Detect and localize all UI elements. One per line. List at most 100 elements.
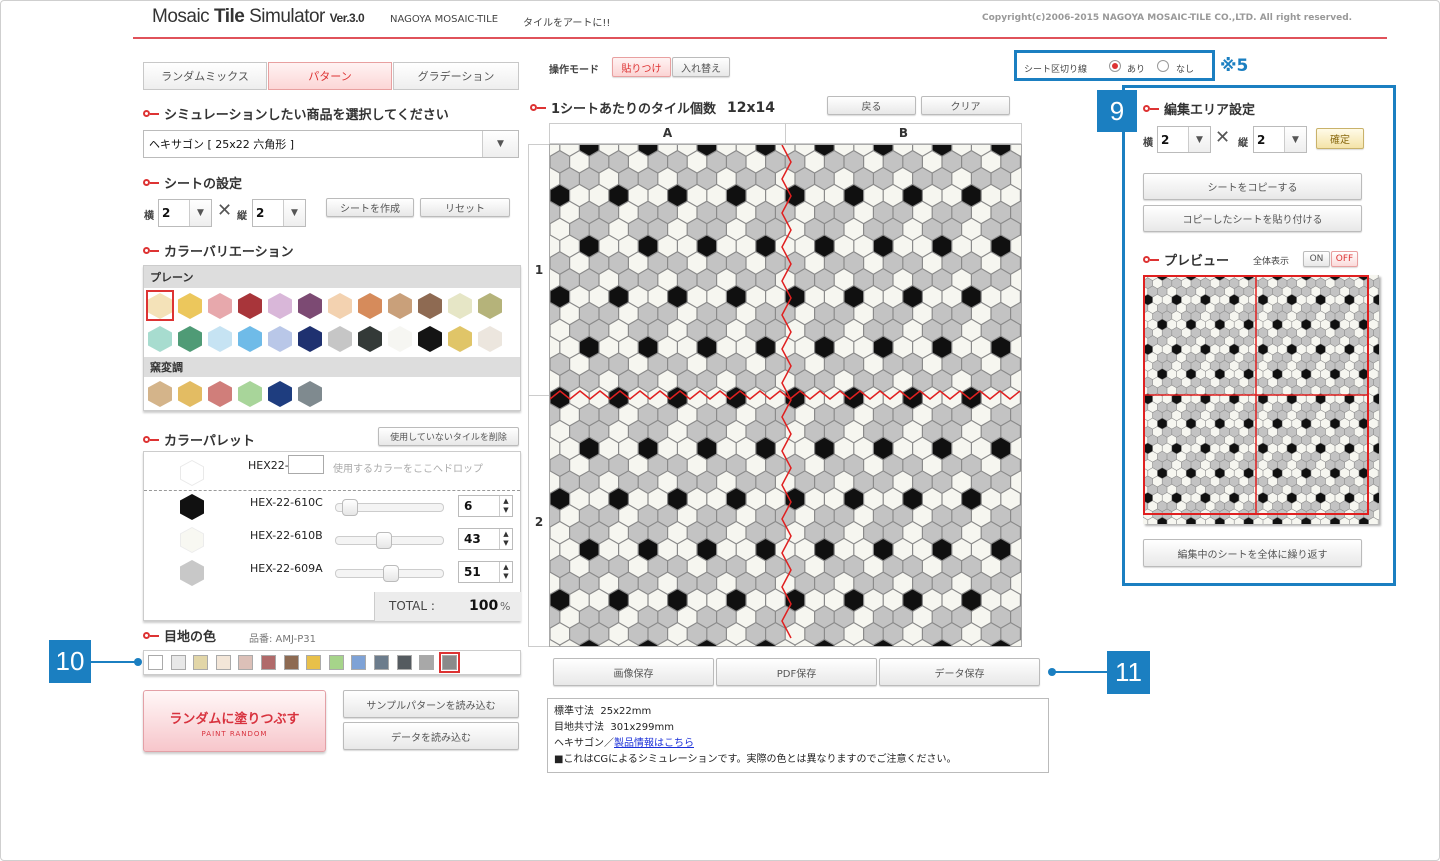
hex-tile[interactable] [962, 488, 981, 510]
hex-tile[interactable] [1001, 488, 1020, 510]
hex-tile[interactable] [923, 488, 942, 510]
stepper-arrows-icon[interactable]: ▲ ▼ [499, 496, 512, 516]
copy-sheet-button[interactable]: シートをコピーする [1143, 173, 1362, 200]
hex-tile[interactable] [668, 151, 687, 173]
hex-tile[interactable] [864, 555, 883, 577]
hex-tile[interactable] [962, 185, 981, 207]
hex-tile[interactable] [629, 319, 648, 341]
grout-color-swatch[interactable] [374, 655, 389, 670]
hex-tile[interactable] [560, 539, 579, 561]
hex-tile[interactable] [629, 589, 648, 611]
hex-tile[interactable] [815, 572, 834, 594]
save-data-button[interactable]: データ保存 [879, 658, 1040, 686]
hex-tile[interactable] [678, 235, 697, 257]
hex-tile[interactable] [883, 151, 903, 173]
hex-tile[interactable] [580, 269, 599, 291]
hex-tile[interactable] [854, 201, 873, 223]
hex-tile[interactable] [1001, 185, 1020, 207]
hex-tile[interactable] [638, 269, 658, 291]
hex-tile[interactable] [981, 218, 1001, 240]
hex-tile[interactable] [932, 303, 952, 325]
hex-tile[interactable] [570, 151, 589, 173]
hex-tile[interactable] [981, 589, 1001, 611]
hex-tile[interactable] [795, 168, 814, 190]
hex-tile[interactable] [560, 235, 579, 257]
hex-tile[interactable] [678, 303, 697, 325]
hex-tile[interactable] [942, 488, 961, 510]
hex-tile[interactable] [913, 269, 932, 291]
hex-tile[interactable] [580, 303, 599, 325]
hex-tile[interactable] [766, 319, 785, 341]
hex-tile[interactable] [893, 606, 912, 628]
tile-color-swatch[interactable] [238, 381, 262, 407]
hex-tile[interactable] [589, 252, 609, 274]
hex-tile[interactable] [1001, 522, 1020, 544]
hex-tile[interactable] [893, 168, 912, 190]
tile-canvas-svg[interactable] [550, 145, 1021, 646]
hex-tile[interactable] [678, 606, 697, 628]
hex-tile[interactable] [854, 404, 873, 426]
tile-color-swatch[interactable] [358, 326, 382, 352]
hex-tile[interactable] [717, 336, 736, 358]
hex-tile[interactable] [638, 471, 658, 493]
hex-tile[interactable] [952, 168, 971, 190]
hex-tile[interactable] [815, 168, 834, 190]
hex-tile[interactable] [981, 421, 1001, 443]
hex-tile[interactable] [707, 454, 726, 476]
ratio-slider[interactable] [335, 565, 444, 582]
hex-tile[interactable] [834, 572, 854, 594]
hex-tile[interactable] [609, 555, 628, 577]
hex-tile[interactable] [570, 387, 589, 409]
hex-tile[interactable] [1011, 539, 1021, 561]
hex-tile[interactable] [874, 471, 893, 493]
hex-tile[interactable] [981, 185, 1001, 207]
hex-tile[interactable] [746, 286, 765, 308]
grout-color-swatch[interactable] [328, 655, 344, 670]
hex-tile[interactable] [1001, 421, 1020, 443]
hex-tile[interactable] [727, 623, 746, 645]
tile-color-swatch[interactable] [418, 326, 442, 352]
load-sample-button[interactable]: サンプルパターンを読み込む [343, 690, 519, 718]
hex-tile[interactable] [795, 336, 814, 358]
hex-tile[interactable] [844, 522, 863, 544]
hex-tile[interactable] [697, 303, 716, 325]
hex-tile[interactable] [805, 319, 824, 341]
hex-tile[interactable] [599, 505, 618, 527]
hex-tile[interactable] [746, 421, 765, 443]
grout-color-swatch[interactable] [438, 652, 460, 673]
hex-tile[interactable] [697, 269, 716, 291]
hex-tile[interactable] [550, 185, 569, 207]
hex-tile[interactable] [687, 185, 707, 207]
tile-color-swatch[interactable] [238, 326, 262, 352]
hex-tile[interactable] [550, 488, 569, 510]
hex-tile[interactable] [589, 454, 609, 476]
hex-tile[interactable] [560, 168, 579, 190]
hex-tile[interactable] [991, 168, 1010, 190]
hex-tile[interactable] [913, 168, 932, 190]
hex-tile[interactable] [883, 488, 903, 510]
hex-tile[interactable] [648, 555, 667, 577]
hex-tile[interactable] [599, 303, 618, 325]
slider-handle[interactable] [376, 532, 392, 549]
hex-tile[interactable] [795, 539, 814, 561]
hex-tile[interactable] [638, 505, 658, 527]
divider-no-radio[interactable] [1157, 60, 1169, 72]
hex-tile[interactable] [629, 218, 648, 240]
hex-tile[interactable] [805, 623, 824, 645]
hex-tile[interactable] [736, 303, 756, 325]
hex-tile[interactable] [648, 252, 667, 274]
hex-tile[interactable] [874, 235, 893, 257]
hex-tile[interactable] [795, 303, 814, 325]
hex-tile[interactable] [629, 353, 648, 375]
grout-color-swatch[interactable] [148, 655, 163, 670]
hex-tile[interactable] [560, 303, 579, 325]
hex-tile[interactable] [883, 319, 903, 341]
hex-tile[interactable] [1001, 353, 1020, 375]
hex-tile[interactable] [874, 539, 893, 561]
tab-gradation[interactable]: グラデーション [393, 62, 519, 90]
hex-tile[interactable] [717, 437, 736, 459]
hex-tile[interactable] [638, 606, 658, 628]
paint-random-button[interactable]: ランダムに塗りつぶす PAINT RANDOM [143, 690, 326, 752]
hex-tile[interactable] [972, 572, 991, 594]
hex-tile[interactable] [629, 623, 648, 645]
